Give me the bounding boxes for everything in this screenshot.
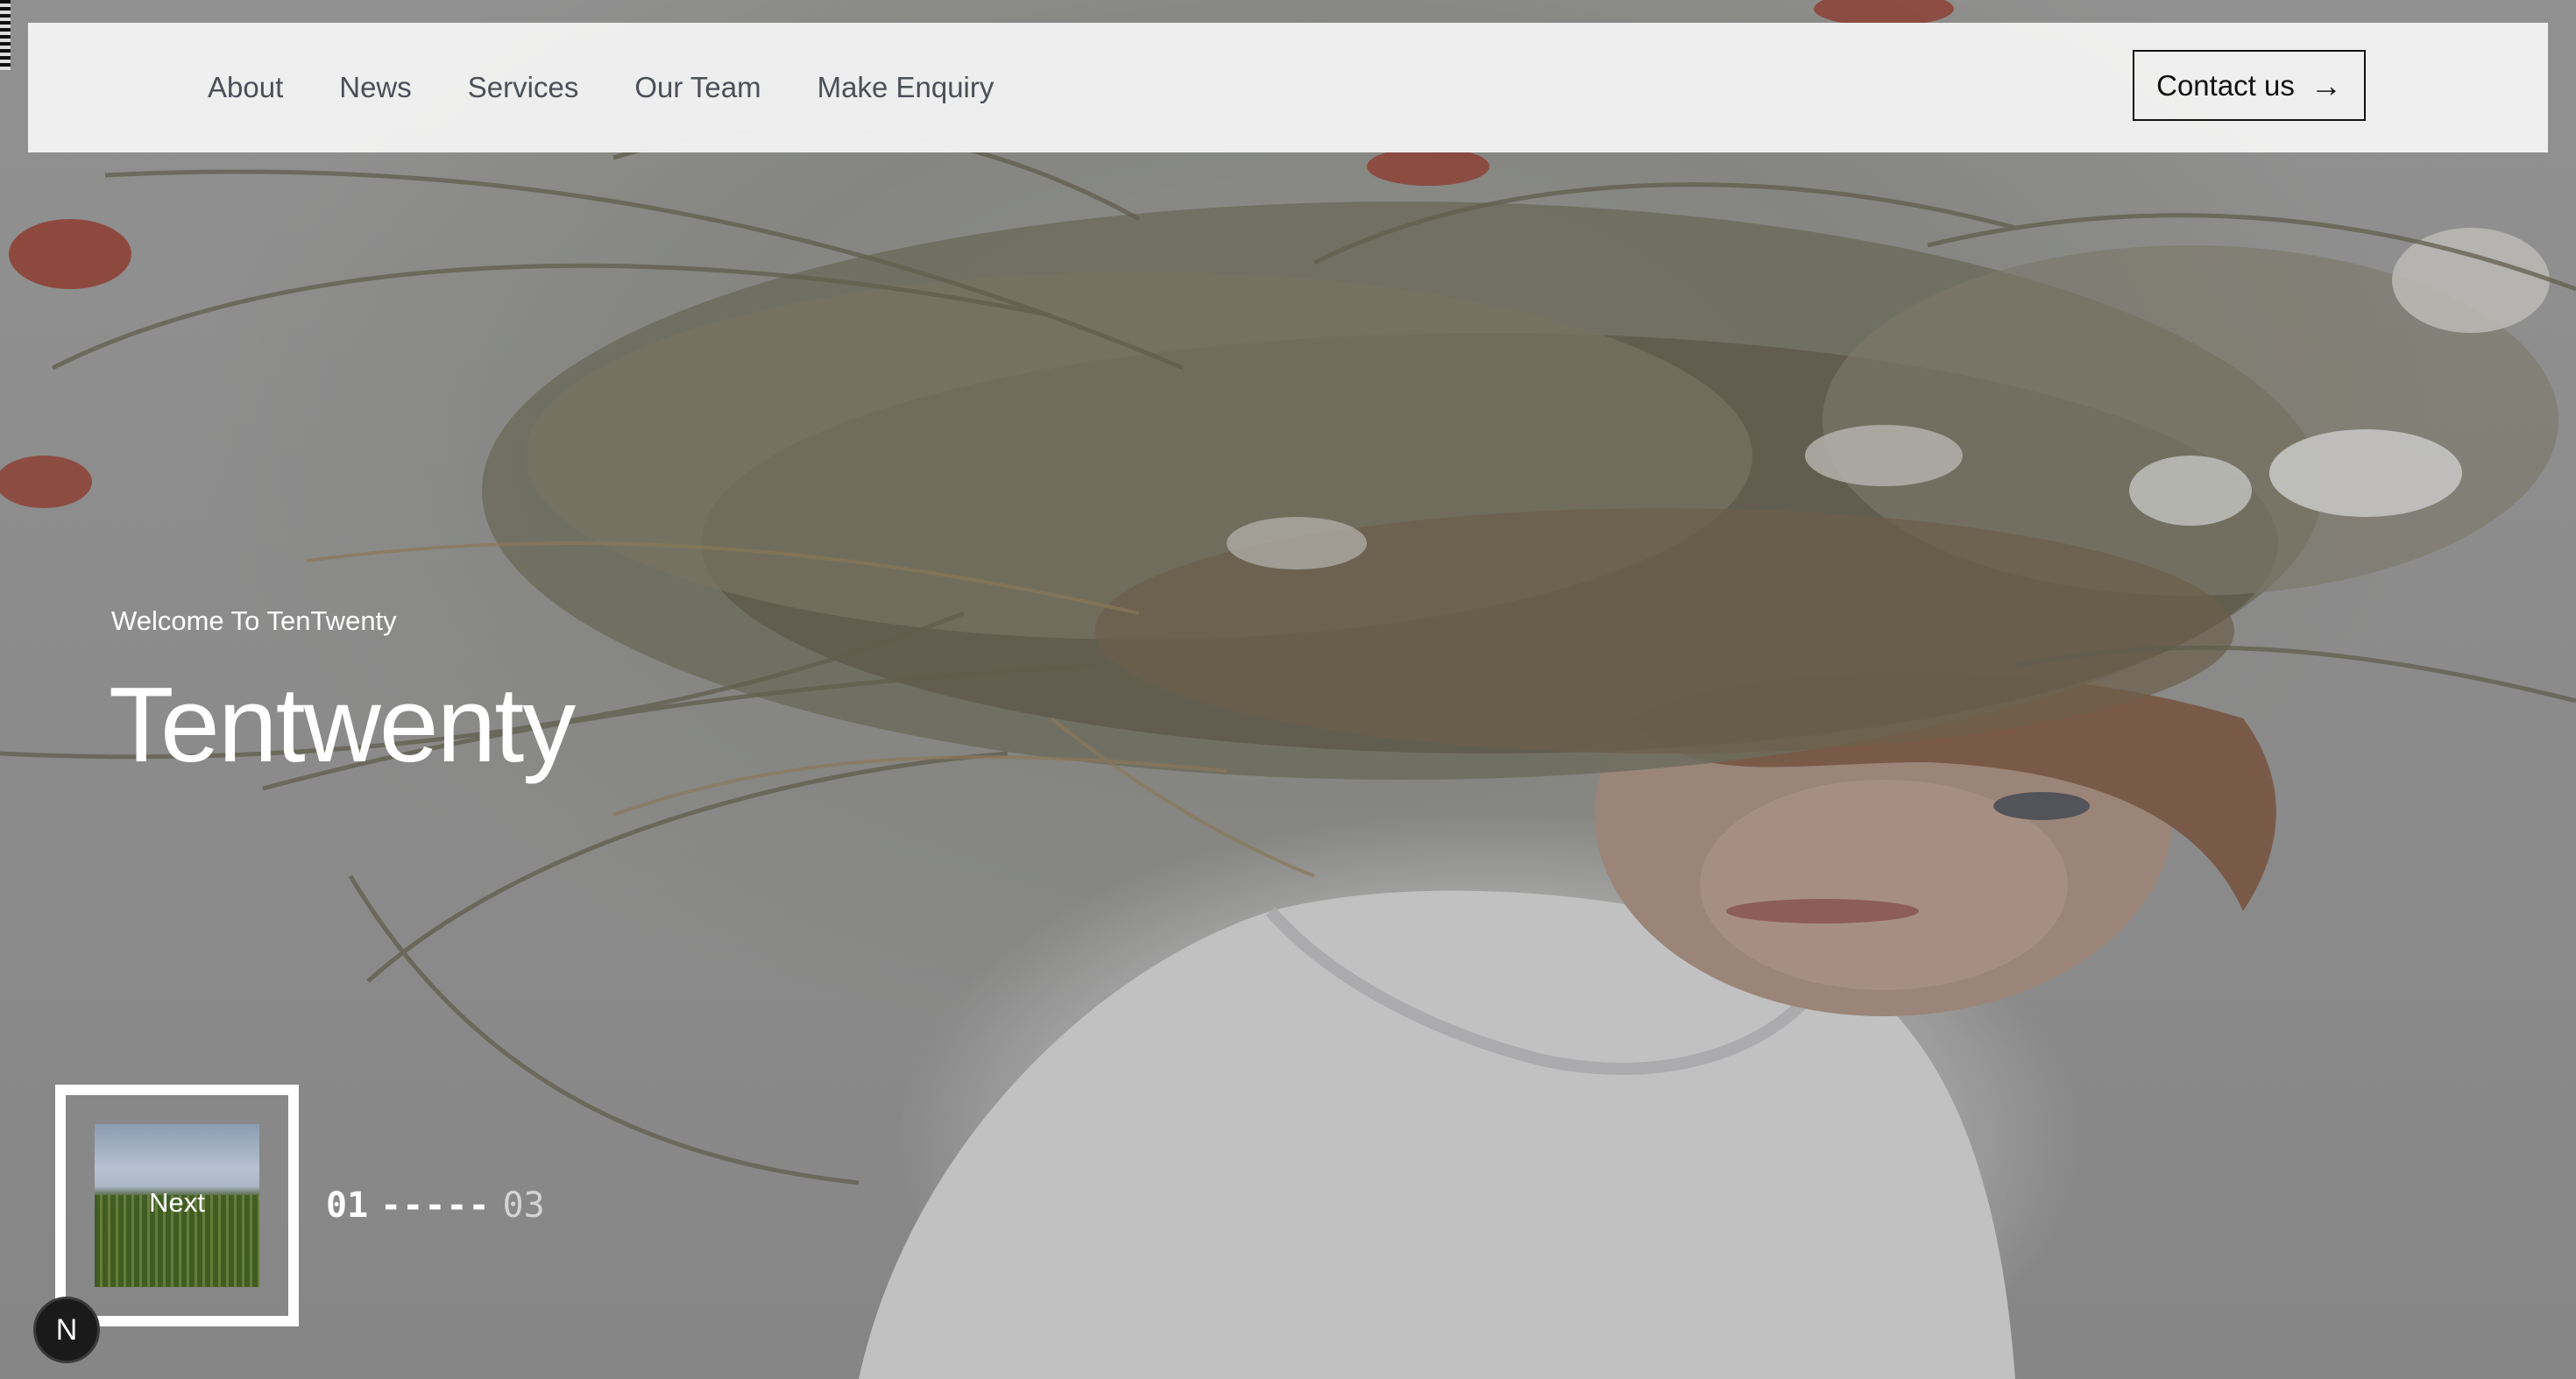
next-label: Next: [149, 1187, 205, 1218]
slide-total: 03: [502, 1185, 545, 1226]
nav-link-services[interactable]: Services: [468, 71, 579, 104]
next-slide-thumbnail: Next: [95, 1124, 259, 1287]
n-badge-letter: N: [55, 1312, 78, 1347]
n-logo-icon[interactable]: N: [33, 1297, 100, 1363]
nav-link-our-team[interactable]: Our Team: [634, 71, 761, 104]
contact-us-button[interactable]: Contact us →: [2133, 50, 2366, 121]
nav-link-about[interactable]: About: [208, 71, 283, 104]
page: About News Services Our Team Make Enquir…: [0, 0, 2576, 1379]
hero-welcome-text: Welcome To TenTwenty: [111, 605, 397, 636]
next-slide-button[interactable]: Next: [55, 1085, 299, 1326]
slide-counter: 01 ----- 03: [326, 1185, 545, 1226]
nav-links: About News Services Our Team Make Enquir…: [208, 71, 994, 104]
hero-headline: Tentwenty: [109, 665, 576, 784]
arrow-right-icon: →: [2310, 67, 2342, 103]
top-navbar: About News Services Our Team Make Enquir…: [28, 23, 2548, 152]
nav-link-make-enquiry[interactable]: Make Enquiry: [817, 71, 994, 104]
slide-current: 01: [326, 1185, 369, 1226]
nav-link-news[interactable]: News: [339, 71, 412, 104]
corner-mark: [0, 0, 11, 70]
slide-separator: -----: [380, 1185, 491, 1226]
contact-us-label: Contact us: [2156, 68, 2295, 102]
